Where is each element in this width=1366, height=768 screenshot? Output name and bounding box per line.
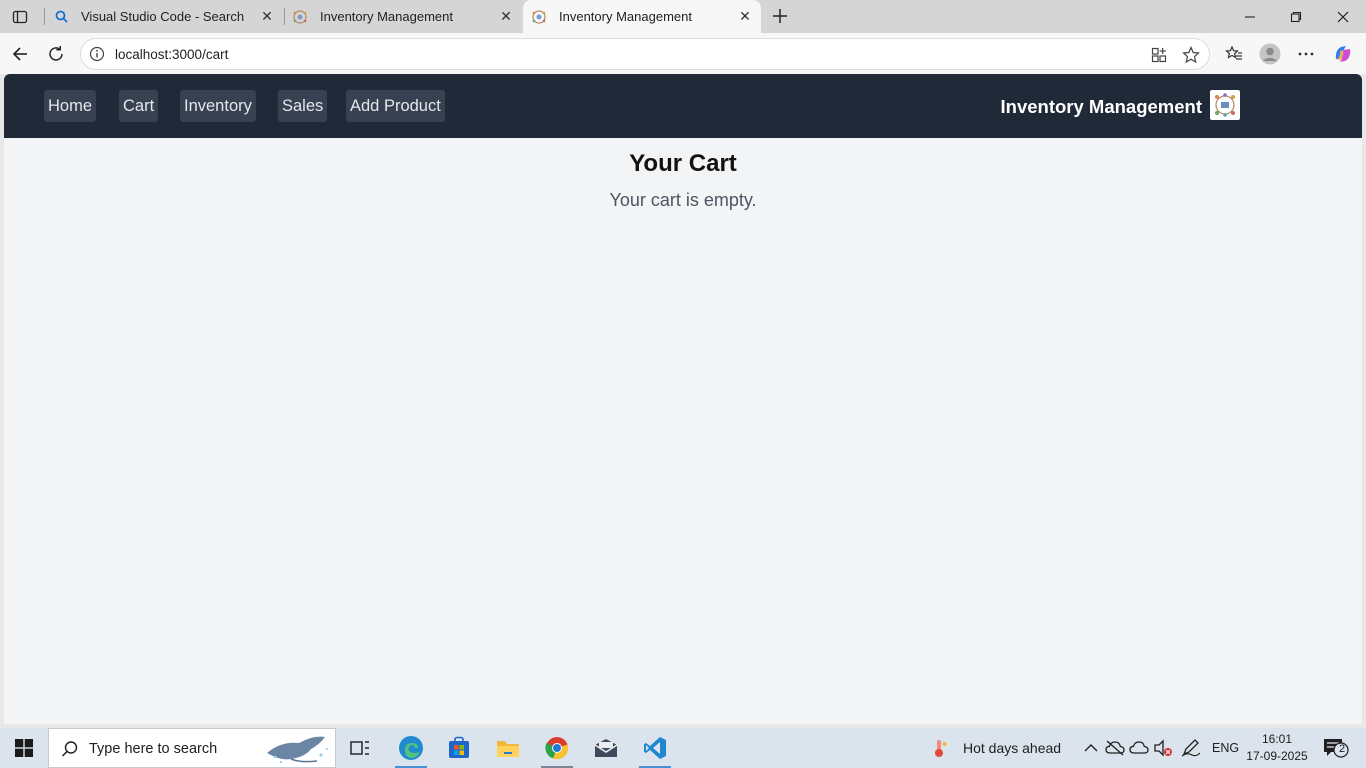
tab-inventory-1[interactable]: Inventory Management ✕ [284,0,522,33]
nav-link-sales[interactable]: Sales [278,90,328,122]
nav-link-cart[interactable]: Cart [119,90,159,122]
manta-ray-search-art-icon [261,731,331,768]
back-arrow-icon[interactable] [5,39,35,69]
site-info-icon[interactable] [89,46,105,62]
notification-center-icon[interactable]: 2 [1322,738,1350,758]
brand-title: Inventory Management [1000,96,1203,117]
inventory-favicon-icon [292,9,308,25]
language-indicator[interactable]: ENG [1212,741,1239,755]
windows-start-icon[interactable] [0,728,48,768]
refresh-icon[interactable] [41,39,71,69]
brand-logo-icon [1210,90,1240,120]
nav-link-inventory[interactable]: Inventory [180,90,256,122]
favorite-star-icon[interactable] [1182,46,1200,64]
app-navbar: Home Cart Inventory Sales Add Product In… [4,74,1362,138]
inventory-favicon-icon [531,9,547,25]
more-options-icon[interactable] [1291,39,1321,69]
onedrive-cloud-icon[interactable] [1129,738,1149,758]
new-tab-icon[interactable] [767,4,793,28]
favorites-list-icon[interactable] [1219,39,1249,69]
copilot-icon[interactable] [1328,39,1358,69]
notification-count-badge: 2 [1338,743,1346,755]
edge-browser-icon[interactable] [389,728,433,768]
nav-link-home[interactable]: Home [44,90,97,122]
clock-date: 17-09-2025 [1246,749,1308,763]
search-icon [53,9,69,25]
minimize-icon[interactable] [1227,0,1273,33]
file-explorer-icon[interactable] [486,728,530,768]
window-close-icon[interactable] [1320,0,1366,33]
tab-title: Inventory Management [320,9,453,24]
system-clock[interactable]: 16:01 17-09-2025 [1246,731,1308,765]
close-icon[interactable]: ✕ [733,5,757,29]
url-text: localhost:3000/cart [115,47,229,62]
page-title: Your Cart [629,150,737,177]
weather-thermometer-icon[interactable] [930,738,950,758]
clock-time: 16:01 [1261,732,1293,746]
nav-link-add-product[interactable]: Add Product [346,90,445,122]
speaker-muted-icon[interactable] [1153,738,1173,758]
empty-cart-message: Your cart is empty. [609,190,757,210]
tab-vscode-search[interactable]: Visual Studio Code - Search ✕ [45,0,283,33]
tab-inventory-2-active[interactable]: Inventory Management ✕ [523,0,761,33]
app-available-icon[interactable] [1150,46,1168,64]
address-bar[interactable]: localhost:3000/cart [80,38,1210,70]
chevron-up-icon[interactable] [1081,738,1101,758]
pen-icon[interactable] [1181,738,1201,758]
taskbar-search-box[interactable]: Type here to search [48,728,336,768]
close-icon[interactable]: ✕ [494,5,518,29]
chrome-browser-icon[interactable] [535,728,579,768]
search-placeholder: Type here to search [89,741,218,757]
task-view-icon[interactable] [338,728,382,768]
weather-text[interactable]: Hot days ahead [963,740,1061,756]
tab-title: Inventory Management [559,9,692,24]
restore-icon[interactable] [1273,0,1319,33]
browser-tab-strip: Visual Studio Code - Search ✕ Inventory … [0,0,1366,33]
mail-icon[interactable] [584,728,628,768]
page-viewport: Home Cart Inventory Sales Add Product In… [4,74,1362,724]
browser-toolbar: localhost:3000/cart [0,33,1366,74]
windows-taskbar: Type here to search Hot days ahead ENG 1… [0,728,1366,768]
close-icon[interactable]: ✕ [255,5,279,29]
profile-avatar-icon[interactable] [1255,39,1285,69]
vscode-icon[interactable] [633,728,677,768]
search-icon [61,740,79,763]
microsoft-store-icon[interactable] [437,728,481,768]
tab-title: Visual Studio Code - Search [81,9,245,24]
cloud-offline-icon[interactable] [1105,738,1125,758]
tab-actions-icon[interactable] [8,6,32,28]
